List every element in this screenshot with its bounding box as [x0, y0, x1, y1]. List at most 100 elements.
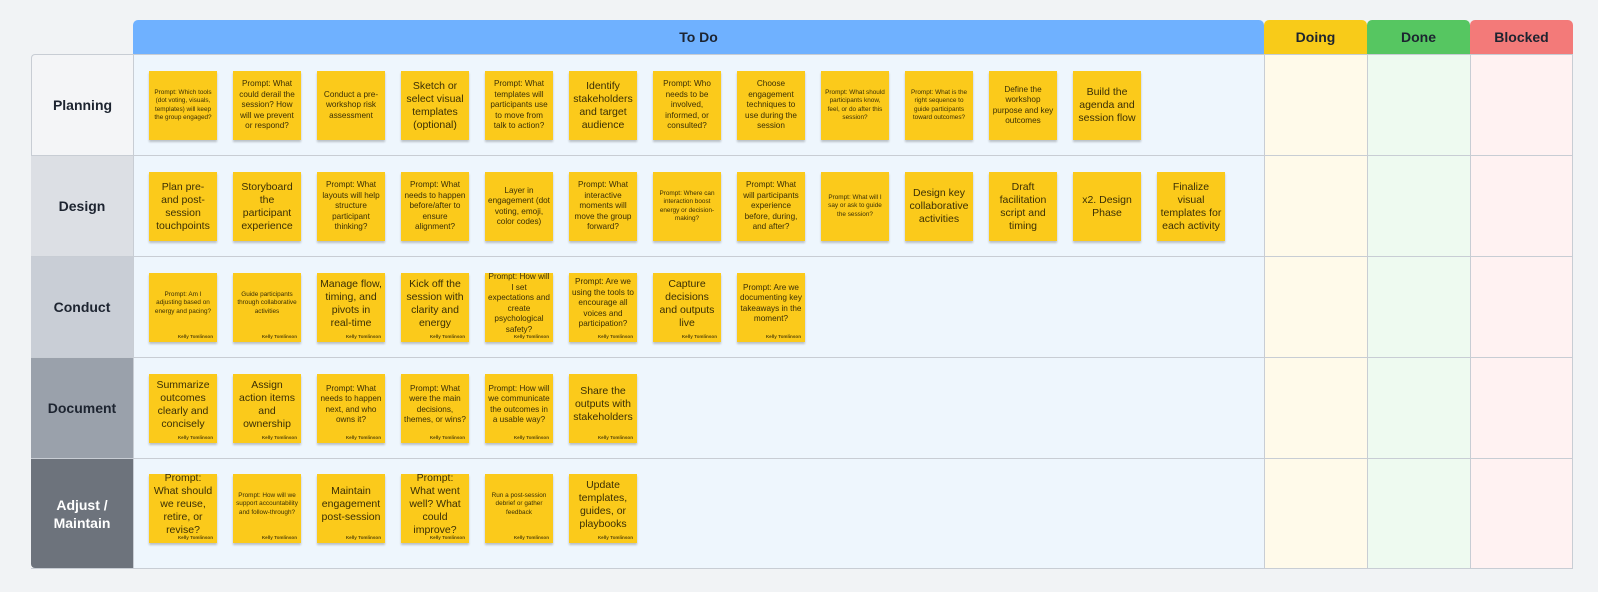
sticky-note-text: Prompt: How will I set expectations and …: [488, 272, 550, 334]
column-header-blocked: Blocked: [1470, 20, 1573, 54]
sticky-note-design-4[interactable]: Prompt: What needs to happen before/afte…: [401, 172, 469, 241]
sticky-note-design-10[interactable]: Design key collaborative activities: [905, 172, 973, 241]
sticky-note-text: Choose engagement techniques to use duri…: [745, 79, 797, 131]
cell-planning-doing: [1264, 54, 1367, 155]
row-label-document: Document: [31, 357, 133, 458]
cell-conduct-blocked: [1470, 256, 1573, 357]
sticky-note-text: Summarize outcomes clearly and concisely: [156, 378, 210, 430]
sticky-note-document-2[interactable]: Assign action items and ownership Kelly T…: [233, 374, 301, 443]
sticky-note-document-1[interactable]: Summarize outcomes clearly and concisely…: [149, 374, 217, 443]
cell-planning-blocked: [1470, 54, 1573, 155]
sticky-note-author: Kelly Tomlinson: [429, 535, 465, 540]
sticky-note-text: Finalize visual templates for each activ…: [1160, 180, 1222, 232]
sticky-note-design-7[interactable]: Prompt: Where can interaction boost ener…: [653, 172, 721, 241]
sticky-note-document-6[interactable]: Share the outputs with stakeholders Kelly…: [569, 374, 637, 443]
sticky-note-text: Prompt: What templates will participants…: [490, 79, 548, 131]
sticky-note-planning-12[interactable]: Build the agenda and session flow: [1073, 71, 1141, 140]
sticky-note-author: Kelly Tomlinson: [597, 535, 633, 540]
sticky-note-design-3[interactable]: Prompt: What layouts will help structure…: [317, 172, 385, 241]
sticky-note-text: Maintain engagement post-session: [321, 485, 381, 523]
sticky-note-adjust-1[interactable]: Prompt: What should we reuse, retire, or…: [149, 472, 217, 543]
sticky-note-design-1[interactable]: Plan pre- and post-session touchpoints: [149, 172, 217, 241]
sticky-note-design-13[interactable]: Finalize visual templates for each activ…: [1157, 172, 1225, 241]
sticky-note-author: Kelly Tomlinson: [261, 435, 297, 440]
sticky-note-design-5[interactable]: Layer in engagement (dot voting, emoji, …: [485, 172, 553, 241]
sticky-note-planning-7[interactable]: Prompt: Who needs to be involved, inform…: [653, 71, 721, 140]
cell-document-todo: [133, 357, 1264, 458]
board-bottom-border: [31, 568, 1573, 569]
sticky-note-text: Prompt: What needs to happen next, and w…: [320, 383, 382, 425]
row-label-design: Design: [31, 155, 133, 256]
sticky-note-planning-6[interactable]: Identify stakeholders and target audienc…: [569, 71, 637, 140]
sticky-note-planning-10[interactable]: Prompt: What is the right sequence to gu…: [905, 71, 973, 140]
sticky-note-design-12[interactable]: x2. Design Phase: [1073, 172, 1141, 241]
sticky-note-text: Prompt: What could derail the session? H…: [239, 79, 295, 131]
sticky-note-planning-8[interactable]: Choose engagement techniques to use duri…: [737, 71, 805, 140]
sticky-note-document-3[interactable]: Prompt: What needs to happen next, and w…: [317, 374, 385, 443]
sticky-note-text: Define the workshop purpose and key outc…: [992, 84, 1054, 126]
sticky-note-conduct-7[interactable]: Capture decisions and outputs live Kelly …: [653, 273, 721, 342]
sticky-note-text: Prompt: Am I adjusting based on energy a…: [154, 290, 212, 315]
sticky-note-conduct-3[interactable]: Manage flow, timing, and pivots in real-…: [317, 273, 385, 342]
sticky-note-adjust-4[interactable]: Prompt: What went well? What could impro…: [401, 472, 469, 543]
sticky-note-author: Kelly Tomlinson: [177, 535, 213, 540]
sticky-note-author: Kelly Tomlinson: [429, 435, 465, 440]
sticky-note-design-6[interactable]: Prompt: What interactive moments will mo…: [569, 172, 637, 241]
cell-adjust-blocked: [1470, 458, 1573, 568]
sticky-note-adjust-6[interactable]: Update templates, guides, or playbooks Ke…: [569, 474, 637, 543]
sticky-note-planning-5[interactable]: Prompt: What templates will participants…: [485, 71, 553, 140]
sticky-note-author: Kelly Tomlinson: [345, 535, 381, 540]
sticky-note-author: Kelly Tomlinson: [429, 334, 465, 339]
sticky-note-conduct-8[interactable]: Prompt: Are we documenting key takeaways…: [737, 273, 805, 342]
sticky-note-conduct-6[interactable]: Prompt: Are we using the tools to encour…: [569, 273, 637, 342]
sticky-note-design-9[interactable]: Prompt: What will I say or ask to guide …: [821, 172, 889, 241]
row-label-conduct: Conduct: [31, 256, 133, 357]
sticky-note-adjust-5[interactable]: Run a post-session debrief or gather fee…: [485, 474, 553, 543]
cell-conduct-done: [1367, 256, 1470, 357]
sticky-note-design-11[interactable]: Draft facilitation script and timing: [989, 172, 1057, 241]
sticky-note-document-5[interactable]: Prompt: How will we communicate the outc…: [485, 374, 553, 443]
column-header-todo: To Do: [133, 20, 1264, 54]
sticky-note-conduct-4[interactable]: Kick off the session with clarity and en…: [401, 273, 469, 342]
sticky-note-planning-9[interactable]: Prompt: What should participants know, f…: [821, 71, 889, 140]
sticky-note-text: Sketch or select visual templates (optio…: [406, 79, 464, 131]
sticky-note-document-4[interactable]: Prompt: What were the main decisions, th…: [401, 374, 469, 443]
sticky-note-design-2[interactable]: Storyboard the participant experience: [233, 172, 301, 241]
sticky-note-planning-2[interactable]: Prompt: What could derail the session? H…: [233, 71, 301, 140]
cell-document-blocked: [1470, 357, 1573, 458]
sticky-note-author: Kelly Tomlinson: [513, 435, 549, 440]
sticky-note-design-8[interactable]: Prompt: What will participants experienc…: [737, 172, 805, 241]
sticky-note-conduct-1[interactable]: Prompt: Am I adjusting based on energy a…: [149, 273, 217, 342]
sticky-note-adjust-3[interactable]: Maintain engagement post-session Kelly To…: [317, 474, 385, 543]
sticky-note-text: Prompt: How will we communicate the outc…: [488, 383, 550, 425]
sticky-note-planning-3[interactable]: Conduct a pre-workshop risk assessment: [317, 71, 385, 140]
sticky-note-text: Draft facilitation script and timing: [999, 180, 1047, 232]
sticky-note-text: Prompt: What will I say or ask to guide …: [828, 193, 882, 218]
sticky-note-text: Build the agenda and session flow: [1078, 86, 1136, 124]
sticky-note-author: Kelly Tomlinson: [513, 535, 549, 540]
sticky-note-text: Prompt: Are we documenting key takeaways…: [740, 282, 802, 324]
sticky-note-text: Design key collaborative activities: [909, 187, 969, 225]
sticky-note-text: Assign action items and ownership: [238, 378, 296, 430]
sticky-note-text: Guide participants through collaborative…: [237, 290, 297, 315]
sticky-note-text: Prompt: What should participants know, f…: [825, 88, 885, 121]
sticky-note-text: Prompt: What interactive moments will mo…: [574, 180, 632, 232]
sticky-note-planning-1[interactable]: Prompt: Which tools (dot voting, visuals…: [149, 71, 217, 140]
sticky-note-text: Run a post-session debrief or gather fee…: [491, 491, 547, 516]
sticky-note-planning-11[interactable]: Define the workshop purpose and key outc…: [989, 71, 1057, 140]
cell-planning-done: [1367, 54, 1470, 155]
sticky-note-text: Prompt: Are we using the tools to encour…: [572, 277, 634, 329]
sticky-note-text: Prompt: What went well? What could impro…: [409, 472, 461, 536]
sticky-note-text: Prompt: What layouts will help structure…: [322, 180, 380, 232]
sticky-note-author: Kelly Tomlinson: [177, 435, 213, 440]
sticky-note-author: Kelly Tomlinson: [261, 334, 297, 339]
sticky-note-planning-4[interactable]: Sketch or select visual templates (optio…: [401, 71, 469, 140]
cell-document-doing: [1264, 357, 1367, 458]
sticky-note-adjust-2[interactable]: Prompt: How will we support accountabili…: [233, 474, 301, 543]
sticky-note-author: Kelly Tomlinson: [345, 334, 381, 339]
sticky-note-conduct-5[interactable]: Prompt: How will I set expectations and …: [485, 272, 553, 342]
row-label-adjust-maintain: Adjust / Maintain: [31, 458, 133, 568]
sticky-note-conduct-2[interactable]: Guide participants through collaborative…: [233, 273, 301, 342]
sticky-note-author: Kelly Tomlinson: [765, 334, 801, 339]
sticky-note-text: Manage flow, timing, and pivots in real-…: [320, 277, 382, 329]
